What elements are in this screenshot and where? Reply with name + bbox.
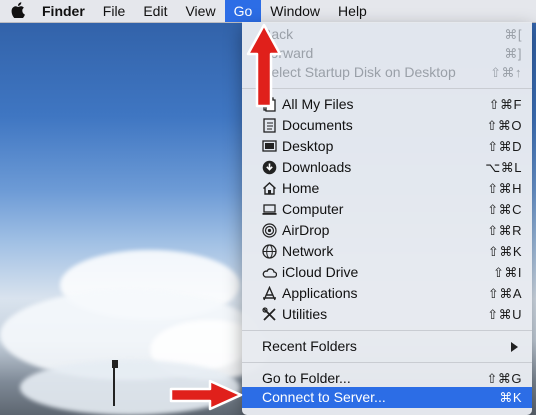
menu-file[interactable]: File bbox=[94, 0, 135, 22]
menu-item-computer[interactable]: Computer ⇧⌘C bbox=[242, 199, 532, 220]
apple-logo-icon[interactable] bbox=[0, 0, 36, 22]
home-icon bbox=[263, 182, 276, 195]
menu-item-back[interactable]: Back ⌘[ bbox=[242, 24, 532, 45]
menu-item-applications[interactable]: Applications ⇧⌘A bbox=[242, 283, 532, 304]
menu-edit[interactable]: Edit bbox=[134, 0, 176, 22]
menu-separator bbox=[242, 88, 532, 89]
menu-window[interactable]: Window bbox=[261, 0, 329, 22]
menu-item-select-startup-disk[interactable]: Select Startup Disk on Desktop ⇧⌘↑ bbox=[242, 62, 532, 83]
menu-item-utilities[interactable]: Utilities ⇧⌘U bbox=[242, 304, 532, 325]
menu-item-forward[interactable]: Forward ⌘] bbox=[242, 43, 532, 64]
go-menu-dropdown: Back ⌘[ Forward ⌘] Select Startup Disk o… bbox=[242, 22, 532, 415]
airdrop-icon bbox=[262, 223, 277, 238]
menu-item-go-to-folder[interactable]: Go to Folder... ⇧⌘G bbox=[242, 368, 532, 389]
menu-go[interactable]: Go bbox=[224, 0, 262, 22]
desktop-icon bbox=[262, 140, 277, 152]
utilities-icon bbox=[262, 307, 276, 321]
menu-item-network[interactable]: Network ⇧⌘K bbox=[242, 241, 532, 262]
menu-help[interactable]: Help bbox=[329, 0, 376, 22]
menu-item-all-my-files[interactable]: All My Files ⇧⌘F bbox=[242, 94, 532, 115]
menu-bar: Finder File Edit View Go Window Help bbox=[0, 0, 536, 23]
menu-item-home[interactable]: Home ⇧⌘H bbox=[242, 178, 532, 199]
menu-item-downloads[interactable]: Downloads ⌥⌘L bbox=[242, 157, 532, 178]
menu-separator bbox=[242, 330, 532, 331]
computer-icon bbox=[262, 204, 277, 215]
annotation-arrow-up-icon bbox=[246, 23, 282, 108]
applications-icon bbox=[263, 286, 276, 301]
downloads-icon bbox=[262, 160, 277, 175]
menu-item-recent-folders[interactable]: Recent Folders bbox=[242, 336, 532, 357]
menu-item-icloud-drive[interactable]: iCloud Drive ⇧⌘I bbox=[242, 262, 532, 283]
submenu-arrow-icon bbox=[511, 342, 518, 352]
menu-item-desktop[interactable]: Desktop ⇧⌘D bbox=[242, 136, 532, 157]
annotation-arrow-right-icon bbox=[169, 379, 243, 411]
menu-item-documents[interactable]: Documents ⇧⌘O bbox=[242, 115, 532, 136]
icloud-icon bbox=[262, 268, 277, 278]
network-icon bbox=[262, 244, 277, 259]
menu-view[interactable]: View bbox=[176, 0, 224, 22]
menu-finder[interactable]: Finder bbox=[36, 0, 94, 22]
menu-separator bbox=[242, 362, 532, 363]
menu-item-connect-to-server[interactable]: Connect to Server... ⌘K bbox=[242, 387, 532, 408]
documents-icon bbox=[263, 118, 276, 133]
menu-item-airdrop[interactable]: AirDrop ⇧⌘R bbox=[242, 220, 532, 241]
